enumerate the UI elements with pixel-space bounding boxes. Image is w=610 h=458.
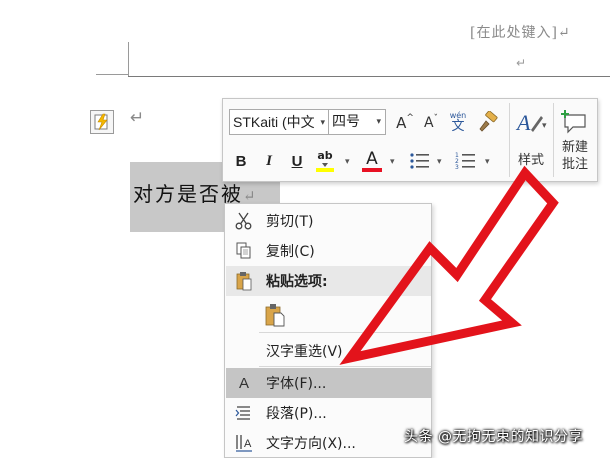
highlighter-icon [316, 163, 334, 172]
format-painter-button[interactable] [475, 109, 501, 135]
toolbar-separator [553, 103, 554, 177]
chevron-down-icon[interactable]: ▾ [376, 110, 381, 134]
grow-font-icon: A [396, 114, 407, 132]
text-direction-icon: A [230, 429, 258, 457]
menu-item-hanzi-reconvert[interactable]: 汉字重选(V) [226, 336, 431, 366]
menu-item-hanzi-reconvert-label: 汉字重选(V) [266, 344, 343, 360]
font-color-glyph: A [366, 149, 378, 169]
body-paragraph-mark: ↵ [130, 108, 145, 128]
new-comment-label-line1: 新建 [561, 140, 588, 155]
font-icon: A [230, 369, 258, 397]
svg-text:A: A [244, 438, 252, 450]
styles-button[interactable]: A ▾ [515, 107, 549, 139]
numbered-list-icon: 1 2 3 [455, 152, 475, 171]
chevron-down-icon[interactable]: ▾ [437, 157, 442, 167]
new-comment-icon [561, 110, 586, 134]
scissors-icon [230, 207, 258, 235]
watermark: 头条 @无拘无束的知识分享 [404, 429, 583, 445]
phonetic-guide-button[interactable]: wén 文 [445, 109, 471, 135]
font-icon-glyph: A [238, 374, 249, 392]
menu-item-paragraph[interactable]: 段落(P)... [226, 398, 431, 428]
styles-icon: A ▾ [515, 110, 547, 135]
context-menu: 剪切(T) 复制(C) 粘贴选项: 汉字重选(V) A 字体(F)... 段落(… [224, 203, 432, 458]
new-comment-label: 新建 批注 [557, 139, 593, 173]
copy-icon [230, 237, 258, 265]
font-size-combobox[interactable]: 四号 ▾ [328, 109, 386, 135]
menu-item-font-label: 字体(F)... [266, 376, 327, 392]
paste-clipboard-icon [265, 304, 285, 327]
chevron-down-icon[interactable]: ▾ [390, 157, 395, 167]
menu-item-cut[interactable]: 剪切(T) [226, 206, 431, 236]
menu-item-copy[interactable]: 复制(C) [226, 236, 431, 266]
font-name-combobox[interactable]: STKaiti (中文 ▾ [229, 109, 329, 135]
bullet-list-icon [410, 153, 429, 169]
new-comment-button[interactable] [557, 107, 591, 137]
highlight-glyph: ab [317, 149, 333, 162]
grow-font-button[interactable]: A ^ [394, 111, 416, 135]
header-paragraph-mark: ↵ [516, 56, 527, 70]
chevron-down-icon[interactable]: ▾ [485, 157, 490, 167]
menu-header-paste-options-label: 粘贴选项: [266, 274, 328, 290]
crop-mark-horizontal [96, 74, 129, 75]
menu-item-cut-label: 剪切(T) [266, 214, 314, 230]
shrink-font-button[interactable]: Aˇ [420, 111, 442, 135]
menu-item-paragraph-label: 段落(P)... [266, 406, 327, 422]
bullets-button[interactable] [407, 147, 433, 175]
lightning-icon [94, 113, 108, 131]
shrink-font-icon: A [423, 115, 434, 131]
paste-keep-text-only-button[interactable] [261, 300, 289, 330]
format-painter-icon [479, 111, 498, 132]
font-color-swatch [362, 168, 382, 172]
italic-button[interactable]: I [259, 149, 279, 173]
menu-item-text-direction[interactable]: A 文字方向(X)... [226, 428, 431, 458]
menu-item-font[interactable]: A 字体(F)... [226, 368, 431, 398]
svg-text:3: 3 [455, 164, 459, 171]
chevron-down-icon[interactable]: ▾ [345, 157, 350, 167]
svg-text:A: A [515, 110, 531, 135]
menu-item-text-direction-label: 文字方向(X)... [266, 436, 356, 452]
menu-separator [259, 332, 431, 333]
phonetic-guide-char: 文 [451, 118, 465, 134]
toolbar-separator [509, 103, 510, 177]
paste-options-smart-tag[interactable] [90, 110, 114, 134]
menu-separator [259, 366, 431, 367]
text-highlight-button[interactable]: ab [313, 147, 337, 175]
new-comment-label-line2: 批注 [561, 157, 588, 172]
svg-text:▾: ▾ [542, 121, 547, 131]
styles-label: 样式 [517, 153, 544, 168]
chevron-down-icon[interactable]: ▾ [320, 110, 325, 134]
numbering-button[interactable]: 1 2 3 [453, 147, 479, 175]
menu-item-copy-label: 复制(C) [266, 244, 315, 260]
underline-button[interactable]: U [287, 149, 307, 173]
menu-item-icon-placeholder [230, 337, 258, 365]
menu-header-paste-options: 粘贴选项: [226, 266, 431, 296]
paragraph-icon [230, 399, 258, 427]
font-size-value: 四号 [332, 114, 360, 130]
mini-toolbar: STKaiti (中文 ▾ 四号 ▾ A ^ Aˇ wén 文 B I U ab … [222, 98, 598, 182]
font-name-value: STKaiti (中文 [233, 114, 315, 130]
header-placeholder[interactable]: [在此处键入]↵ [470, 22, 571, 42]
crop-mark-vertical [128, 42, 129, 76]
bold-button[interactable]: B [231, 149, 251, 173]
header-separator-line [128, 76, 610, 77]
font-color-button[interactable]: A [361, 147, 383, 175]
clipboard-icon [230, 267, 258, 295]
